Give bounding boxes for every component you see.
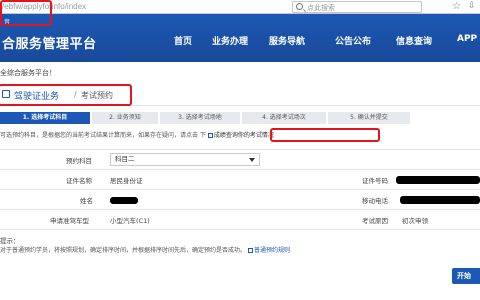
- annotation-box-url: [0, 0, 52, 26]
- redacted-id-number: [396, 176, 480, 184]
- reason-value: 初次申领: [402, 217, 428, 225]
- welcome-text: 全综合服务平台！: [0, 69, 56, 77]
- step-2: 2. 业务须知: [92, 112, 158, 124]
- subject-label: 预约科目: [66, 157, 92, 165]
- tips-line: 对于普通预约学员，将按照规划，确定排序时间，并根据排序时间先后，确定预约是否成功…: [0, 245, 290, 254]
- nav-info-query[interactable]: 信息查询: [396, 34, 432, 47]
- step-progress: 1. 选择考试科目 2. 业务须知 3. 选择考试场地 4. 选择考试场次 5.…: [0, 112, 480, 124]
- subject-notice: 可选预约科目，是根据您的当前考试结果计算而来，如果存在疑问，请点击 下 成绩查询…: [0, 130, 274, 139]
- subject-selected-value: 科目二: [115, 155, 135, 163]
- name-label: 姓名: [80, 197, 93, 205]
- site-header: 音 合服务管理平台 首页 业务办理 服务导航 公告公布 信息查询 APP: [0, 14, 480, 62]
- form-row-subject: 预约科目 科目二: [0, 150, 480, 170]
- nav-business[interactable]: 业务办理: [212, 34, 248, 47]
- form-row-id: 证件名称 居民身份证 证件号码: [0, 170, 480, 190]
- site-title: 合服务管理平台: [2, 37, 97, 52]
- redacted-phone: [400, 196, 480, 204]
- subject-select[interactable]: 科目二: [110, 153, 260, 166]
- step-3: 3. 选择考试场地: [160, 112, 240, 124]
- browser-address-bar[interactable]: /ebfw/applyforinfo/index 点此搜索 ☆ ⇩: [0, 0, 480, 14]
- search-icon: [296, 3, 303, 10]
- annotation-box-breadcrumb: [0, 84, 132, 106]
- id-number-label: 证件号码: [362, 177, 388, 185]
- nav-home[interactable]: 首页: [174, 34, 192, 47]
- tips-text: 对于普通预约学员，将按照规划，确定排序时间，并根据排序时间先后，确定预约是否成功…: [0, 247, 247, 254]
- id-type-label: 证件名称: [66, 177, 92, 185]
- step-4: 4. 选择考试场次: [242, 112, 326, 124]
- reason-label: 考试原因: [362, 217, 388, 225]
- phone-label: 移动电话: [362, 197, 388, 205]
- nav-app[interactable]: APP: [457, 34, 477, 44]
- score-query-link[interactable]: 成绩查询你的考试情况: [207, 132, 274, 139]
- redacted-name: [110, 197, 138, 204]
- search-placeholder: 点此搜索: [307, 4, 335, 12]
- tips-heading: 提示：: [0, 237, 20, 245]
- step-5: 5. 确认并提交: [328, 112, 410, 124]
- browser-search-box[interactable]: 点此搜索: [292, 1, 422, 13]
- notice-link-prefix: 下: [199, 132, 206, 139]
- appointment-form: 预约科目 科目二 证件名称 居民身份证 证件号码 姓名 移动电话 申请准驾车型 …: [0, 149, 480, 230]
- start-button[interactable]: 开始: [452, 268, 480, 284]
- link-icon: [207, 133, 213, 138]
- score-query-link-text[interactable]: 成绩查询你的考试情况: [214, 132, 274, 139]
- nav-services[interactable]: 服务导航: [269, 34, 305, 47]
- appointment-rules-link[interactable]: 普通预约规则: [247, 247, 290, 254]
- notice-text: 可选预约科目，是根据您的当前考试结果计算而来，如果存在疑问，请点击: [0, 132, 199, 139]
- link-icon: [247, 248, 253, 253]
- step-1: 1. 选择考试科目: [0, 112, 90, 124]
- vehicle-value: 小型汽车(C1): [110, 217, 150, 225]
- download-icon[interactable]: ⇩: [468, 1, 476, 11]
- appointment-rules-link-text[interactable]: 普通预约规则: [254, 247, 290, 254]
- nav-announcements[interactable]: 公告公布: [335, 34, 371, 47]
- bookmark-star-icon[interactable]: ☆: [452, 1, 461, 12]
- id-type-value: 居民身份证: [110, 177, 143, 185]
- vehicle-label: 申请准驾车型: [50, 217, 89, 225]
- chevron-down-icon: [249, 158, 255, 162]
- annotation-box-score-link: [270, 128, 380, 142]
- form-row-vehicle: 申请准驾车型 小型汽车(C1) 考试原因 初次申领: [0, 210, 480, 230]
- form-row-name: 姓名 移动电话: [0, 190, 480, 210]
